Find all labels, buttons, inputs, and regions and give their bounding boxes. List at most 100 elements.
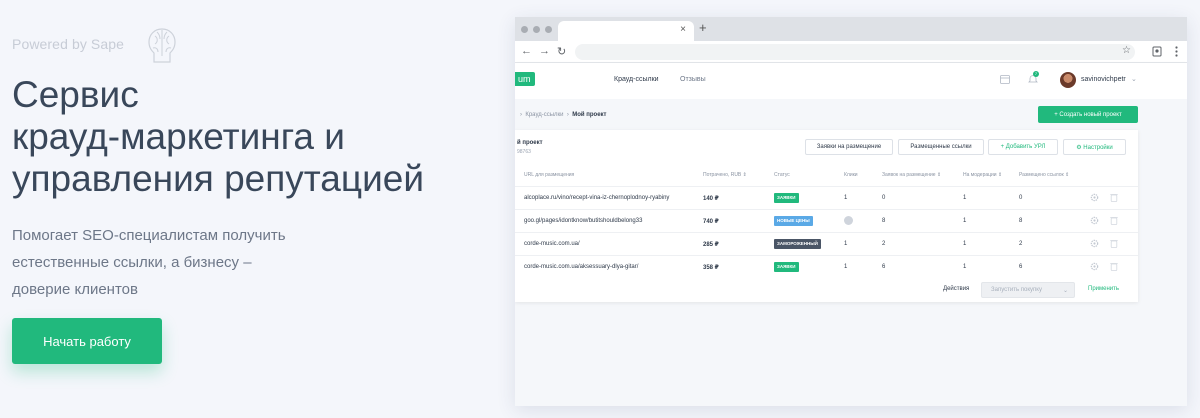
hero-subtitle-line: естественные ссылки, а бизнесу – <box>12 254 252 271</box>
row-clicks: 1 <box>844 264 848 270</box>
settings-button[interactable]: ⚙ Настройки <box>1063 139 1126 155</box>
extension-icon[interactable] <box>1152 45 1162 57</box>
hero-subtitle-line: доверие клиентов <box>12 281 138 298</box>
row-requests: 2 <box>882 241 886 247</box>
browser-window: × + ← → ↻ ☆ um Крауд-ссылки Отзывы 7 sav… <box>515 17 1187 406</box>
calendar-icon[interactable] <box>1000 74 1010 84</box>
placed-links-button[interactable]: Размещенные ссылки <box>898 139 984 155</box>
avatar[interactable] <box>1060 72 1076 88</box>
col-header-url: URL для размещения <box>524 172 575 178</box>
trash-icon[interactable] <box>1110 216 1118 225</box>
start-button[interactable]: Начать работу <box>12 318 162 364</box>
requests-button[interactable]: Заявки на размещение <box>805 139 893 155</box>
status-badge: ЗАМОРОЖЕННЫЙ <box>774 239 821 249</box>
gear-icon[interactable] <box>1090 216 1099 225</box>
row-url[interactable]: corde-music.com.ua/ <box>524 241 580 247</box>
add-url-button[interactable]: + Добавить УРЛ <box>988 139 1058 155</box>
status-badge: ЗАЯВКИ <box>774 262 799 272</box>
col-header-status: Статус <box>774 172 790 178</box>
status-badge: ЗАЯВКИ <box>774 193 799 203</box>
apply-button[interactable]: Применить <box>1088 286 1119 292</box>
username[interactable]: savinovichpetr <box>1081 76 1126 83</box>
trash-icon[interactable] <box>1110 262 1118 271</box>
app-logo[interactable]: um <box>515 72 535 86</box>
clicks-icon <box>844 216 853 225</box>
row-requests: 8 <box>882 218 886 224</box>
actions-select[interactable]: Запустить покупку ⌄ <box>981 282 1075 298</box>
gear-icon[interactable] <box>1090 193 1099 202</box>
row-moderation: 1 <box>963 241 967 247</box>
actions-label: Действия <box>943 286 970 292</box>
chevron-down-icon[interactable]: ⌄ <box>1131 75 1137 83</box>
create-project-button[interactable]: + Создать новый проект <box>1038 106 1138 123</box>
new-tab-icon[interactable]: + <box>699 20 707 35</box>
table-row[interactable]: alcoplace.ru/vino/recept-vina-iz-chernop… <box>515 186 1138 209</box>
row-url[interactable]: goo.gl/pages/idontknow/butitshouldbelong… <box>524 218 642 224</box>
row-url[interactable]: alcoplace.ru/vino/recept-vina-iz-chernop… <box>524 195 669 201</box>
bookmark-star-icon[interactable]: ☆ <box>1122 45 1131 56</box>
brain-icon <box>148 28 176 63</box>
row-placed: 6 <box>1019 264 1023 270</box>
browser-tabbar: × + <box>515 17 1187 41</box>
row-url[interactable]: corde-music.com.ua/aksessuary-dlya-gitar… <box>524 264 638 270</box>
hero-subtitle-line: Помогает SEO-специалистам получить <box>12 227 286 244</box>
row-spent: 140 ₽ <box>703 196 719 202</box>
breadcrumb-parent[interactable]: Крауд-ссылки <box>525 112 563 118</box>
back-icon[interactable]: ← <box>521 45 532 57</box>
row-clicks: 1 <box>844 241 848 247</box>
breadcrumb-current: Мой проект <box>572 112 607 118</box>
browser-address-bar: ← → ↻ ☆ <box>515 41 1187 63</box>
trash-icon[interactable] <box>1110 239 1118 248</box>
row-requests: 6 <box>882 264 886 270</box>
hero-title-line: крауд-маркетинга и <box>12 116 345 157</box>
gear-icon[interactable] <box>1090 239 1099 248</box>
row-clicks: 1 <box>844 195 848 201</box>
reload-icon[interactable]: ↻ <box>557 45 566 58</box>
project-card: й проект 98763 Заявки на размещение Разм… <box>515 130 1138 302</box>
col-header-spent[interactable]: Потрачено, RUB ⇕ <box>703 172 747 178</box>
main-content: › Крауд-ссылки › Мой проект + Создать но… <box>515 99 1187 406</box>
actions-select-value: Запустить покупку <box>991 287 1043 293</box>
breadcrumb: › Крауд-ссылки › Мой проект <box>520 112 607 118</box>
row-moderation: 1 <box>963 264 967 270</box>
forward-icon[interactable]: → <box>539 45 550 57</box>
trash-icon[interactable] <box>1110 193 1118 202</box>
row-spent: 358 ₽ <box>703 265 719 271</box>
hero-title: Сервис крауд-маркетинга и управления реп… <box>12 74 492 200</box>
status-badge: НОВЫЕ ЦЕНЫ <box>774 216 813 226</box>
project-id: 98763 <box>517 149 531 155</box>
table-row[interactable]: corde-music.com.ua/ 285 ₽ ЗАМОРОЖЕННЫЙ 1… <box>515 232 1138 255</box>
col-header-clicks: Клики <box>844 172 858 178</box>
window-minimize-dot[interactable] <box>533 26 540 33</box>
hero-subtitle: Помогает SEO-специалистам получить естес… <box>12 222 312 303</box>
app-header: um Крауд-ссылки Отзывы 7 savinovichpetr … <box>515 63 1187 99</box>
hero-title-line: Сервис <box>12 74 139 115</box>
powered-by-text: Powered by Sape <box>12 36 125 52</box>
url-input[interactable]: ☆ <box>575 44 1135 60</box>
col-header-placed[interactable]: Размещено ссылок ⇕ <box>1019 172 1069 178</box>
row-spent: 740 ₽ <box>703 219 719 225</box>
table-footer: Действия Запустить покупку ⌄ Применить <box>515 278 1138 302</box>
row-moderation: 1 <box>963 195 967 201</box>
col-header-moderation[interactable]: На модерации ⇕ <box>963 172 1002 178</box>
breadcrumb-separator: › <box>566 112 569 118</box>
table-row[interactable]: corde-music.com.ua/aksessuary-dlya-gitar… <box>515 255 1138 278</box>
chevron-down-icon: ⌄ <box>1062 288 1068 294</box>
row-requests: 0 <box>882 195 886 201</box>
nav-reviews[interactable]: Отзывы <box>680 76 706 83</box>
col-header-requests[interactable]: Заявок на размещение ⇕ <box>882 172 941 178</box>
browser-menu-icon[interactable] <box>1175 46 1178 57</box>
project-name: й проект <box>517 140 543 146</box>
tab-close-icon[interactable]: × <box>680 24 686 35</box>
browser-tab[interactable]: × <box>558 21 694 41</box>
row-spent: 285 ₽ <box>703 242 719 248</box>
notification-badge: 7 <box>1033 71 1039 77</box>
row-placed: 8 <box>1019 218 1023 224</box>
nav-crowd-links[interactable]: Крауд-ссылки <box>614 76 659 83</box>
gear-icon[interactable] <box>1090 262 1099 271</box>
window-close-dot[interactable] <box>521 26 528 33</box>
window-maximize-dot[interactable] <box>545 26 552 33</box>
table-row[interactable]: goo.gl/pages/idontknow/butitshouldbelong… <box>515 209 1138 232</box>
row-moderation: 1 <box>963 218 967 224</box>
row-placed: 0 <box>1019 195 1023 201</box>
